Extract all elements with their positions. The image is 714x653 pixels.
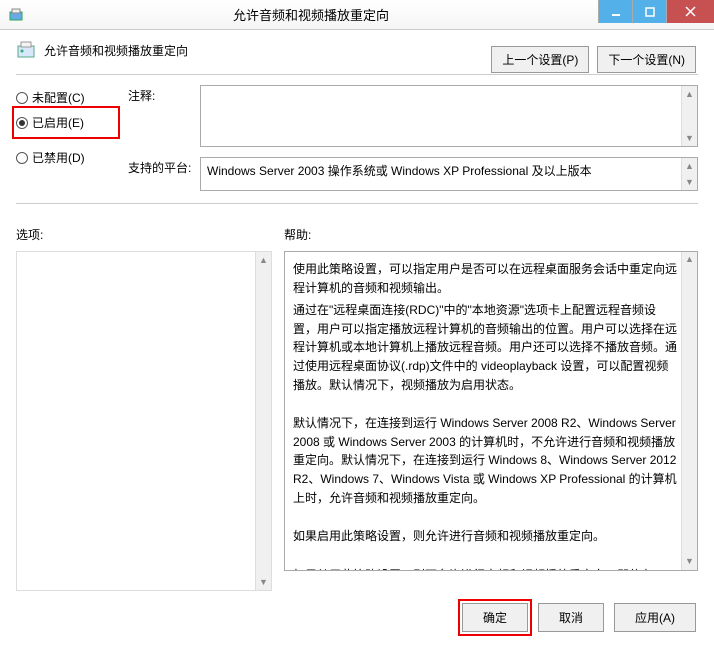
policy-icon	[16, 40, 36, 60]
minimize-button[interactable]	[598, 0, 632, 23]
scrollbar[interactable]: ▲ ▼	[681, 86, 697, 146]
help-text: 通过在"远程桌面连接(RDC)"中的"本地资源"选项卡上配置远程音频设置，用户可…	[293, 301, 677, 394]
help-text: 如果启用此策略设置，则允许进行音频和视频播放重定向。	[293, 527, 677, 546]
radio-icon	[16, 92, 28, 104]
prev-setting-button[interactable]: 上一个设置(P)	[491, 46, 589, 73]
titlebar: 允许音频和视频播放重定向	[0, 0, 714, 30]
help-label: 帮助:	[284, 226, 698, 243]
policy-title: 允许音频和视频播放重定向	[44, 42, 188, 59]
scroll-up-icon[interactable]: ▲	[682, 86, 697, 102]
scroll-up-icon[interactable]: ▲	[256, 252, 271, 268]
scrollbar[interactable]: ▲ ▼	[681, 252, 697, 570]
options-panel: ▲ ▼	[16, 251, 272, 591]
ok-button[interactable]: 确定	[462, 603, 528, 632]
radio-icon	[16, 152, 28, 164]
window-controls	[598, 0, 714, 29]
scroll-down-icon[interactable]: ▼	[682, 174, 697, 190]
scrollbar[interactable]: ▲ ▼	[681, 158, 697, 190]
separator	[16, 203, 698, 204]
radio-label: 已启用(E)	[32, 114, 84, 131]
maximize-button[interactable]	[632, 0, 666, 23]
separator	[16, 74, 698, 75]
window-title: 允许音频和视频播放重定向	[24, 5, 598, 24]
radio-label: 已禁用(D)	[32, 149, 85, 166]
scroll-down-icon[interactable]: ▼	[682, 130, 697, 146]
apply-button[interactable]: 应用(A)	[614, 603, 696, 632]
help-panel: 使用此策略设置，可以指定用户是否可以在远程桌面服务会话中重定向远程计算机的音频和…	[284, 251, 698, 571]
comment-textarea[interactable]: ▲ ▼	[200, 85, 698, 147]
radio-enabled[interactable]: 已启用(E)	[16, 110, 116, 135]
scroll-up-icon[interactable]: ▲	[682, 252, 697, 268]
radio-label: 未配置(C)	[32, 89, 85, 106]
platform-value: Windows Server 2003 操作系统或 Windows XP Pro…	[207, 164, 592, 178]
scrollbar[interactable]: ▲ ▼	[255, 252, 271, 590]
help-text: 默认情况下，在连接到运行 Windows Server 2008 R2、Wind…	[293, 414, 677, 507]
supported-platform-box: Windows Server 2003 操作系统或 Windows XP Pro…	[200, 157, 698, 191]
radio-icon	[16, 117, 28, 129]
highlight-enabled: 已启用(E)	[12, 106, 120, 139]
help-text: 使用此策略设置，可以指定用户是否可以在远程桌面服务会话中重定向远程计算机的音频和…	[293, 260, 677, 297]
comment-label: 注释:	[128, 85, 192, 104]
options-label: 选项:	[16, 226, 272, 243]
app-icon	[8, 7, 24, 23]
scroll-down-icon[interactable]: ▼	[256, 574, 271, 590]
next-setting-button[interactable]: 下一个设置(N)	[597, 46, 696, 73]
radio-disabled[interactable]: 已禁用(D)	[16, 145, 116, 170]
platform-label: 支持的平台:	[128, 157, 192, 176]
scroll-down-icon[interactable]: ▼	[682, 554, 697, 570]
scroll-up-icon[interactable]: ▲	[682, 158, 697, 174]
close-button[interactable]	[666, 0, 714, 23]
help-text: 如果禁用此策略设置，则不允许进行音频和视频播放重定向，即使在 RDC 中指定音频…	[293, 566, 677, 571]
cancel-button[interactable]: 取消	[538, 603, 604, 632]
